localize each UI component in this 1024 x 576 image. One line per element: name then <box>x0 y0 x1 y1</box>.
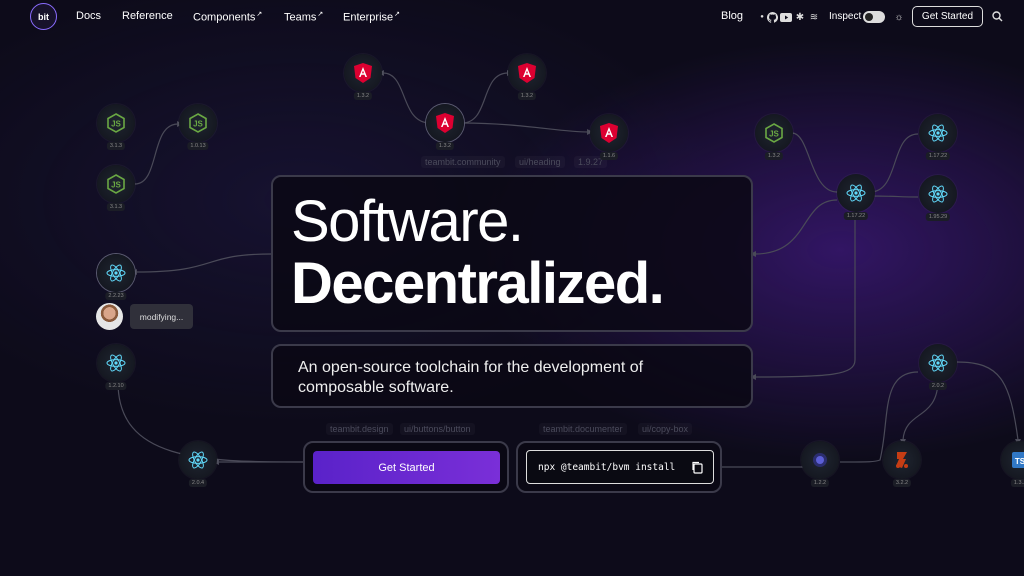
hero-title-line2: Decentralized. <box>291 251 665 316</box>
react-icon <box>928 124 948 142</box>
angular-component-node[interactable]: 1.1.6 <box>590 114 628 160</box>
react-component-node[interactable]: 2.0.4 <box>179 441 217 487</box>
nodejs-component-node[interactable]: JS 3.1.3 <box>97 165 135 211</box>
version-badge: 1.2.2 <box>810 479 830 487</box>
react-icon <box>106 354 126 372</box>
jest-icon <box>896 452 908 468</box>
nodejs-component-node[interactable]: JS 1.3.2 <box>755 114 793 160</box>
nodejs-component-node[interactable]: JS 3.1.3 <box>97 104 135 150</box>
path-label: ui/copy-box <box>638 423 692 435</box>
version-badge: 1.3.2 <box>353 92 373 100</box>
version-badge: 1.3... <box>1010 479 1024 487</box>
copy-icon[interactable] <box>691 461 703 477</box>
angular-component-node[interactable]: 1.3.2 <box>344 54 382 100</box>
command-card: npx @teambit/bvm install <box>516 441 722 493</box>
component-node[interactable]: 1.2.2 <box>801 441 839 487</box>
version-badge: 2.2.23 <box>105 292 127 300</box>
angular-icon <box>518 63 536 83</box>
nodejs-icon: JS <box>765 123 783 143</box>
presence-status-chip: modifying... <box>130 304 193 329</box>
user-avatar <box>96 303 123 330</box>
version-badge: 1.0.13 <box>187 142 209 150</box>
react-component-node[interactable]: 2.0.2 <box>919 344 957 390</box>
nodejs-icon: JS <box>189 113 207 133</box>
nodejs-component-node[interactable]: JS 1.0.13 <box>179 104 217 150</box>
scope-label: teambit.design <box>326 423 393 435</box>
version-badge: 1.2.10 <box>105 382 127 390</box>
svg-text:JS: JS <box>111 120 121 129</box>
version-badge: 1.1.6 <box>599 152 619 160</box>
version-badge: 1.3.2 <box>764 152 784 160</box>
angular-component-node[interactable]: 1.3.2 <box>426 104 464 150</box>
react-component-node[interactable]: 1.95.29 <box>919 175 957 221</box>
version-badge: 2.0.2 <box>928 382 948 390</box>
svg-text:JS: JS <box>769 130 779 139</box>
version-badge: 1.3.2 <box>435 142 455 150</box>
angular-component-node[interactable]: 1.3.2 <box>508 54 546 100</box>
hero-subtitle: An open-source toolchain for the develop… <box>298 359 644 396</box>
react-component-node[interactable]: 1.17.22 <box>837 174 875 220</box>
circle-icon <box>813 453 827 467</box>
scope-label: teambit.documenter <box>539 423 627 435</box>
angular-icon <box>354 63 372 83</box>
hero-title-card: Software. Decentralized. <box>271 175 753 332</box>
react-icon <box>106 264 126 282</box>
angular-icon <box>600 123 618 143</box>
version-badge: 1.17.22 <box>843 212 869 220</box>
react-icon <box>928 354 948 372</box>
cta-card: Get Started <box>303 441 509 493</box>
path-label: ui/heading <box>515 156 565 168</box>
version-badge: 3.1.3 <box>106 203 126 211</box>
install-command-box[interactable]: npx @teambit/bvm install <box>526 450 714 484</box>
react-icon <box>928 185 948 203</box>
svg-text:TS: TS <box>1015 457 1024 466</box>
svg-text:JS: JS <box>193 120 203 129</box>
version-badge: 1.3.2 <box>517 92 537 100</box>
jest-component-node[interactable]: 3.2.2 <box>883 441 921 487</box>
react-component-node[interactable]: 1.17.22 <box>919 114 957 160</box>
hero-subtitle-card: An open-source toolchain for the develop… <box>271 344 753 408</box>
version-badge: 1.95.29 <box>925 213 951 221</box>
version-badge: 3.1.3 <box>106 142 126 150</box>
angular-icon <box>436 113 454 133</box>
version-badge: 3.2.2 <box>892 479 912 487</box>
nodejs-icon: JS <box>107 174 125 194</box>
react-component-node[interactable]: 1.2.10 <box>97 344 135 390</box>
typescript-icon: TS <box>1012 452 1024 468</box>
react-icon <box>188 451 208 469</box>
path-label: ui/buttons/button <box>400 423 475 435</box>
hero-get-started-button[interactable]: Get Started <box>313 451 500 484</box>
install-command: npx @teambit/bvm install <box>538 461 676 473</box>
version-badge: 2.0.4 <box>188 479 208 487</box>
nodejs-icon: JS <box>107 113 125 133</box>
react-component-node[interactable]: 2.2.23 <box>97 254 135 300</box>
svg-text:JS: JS <box>111 181 121 190</box>
react-icon <box>846 184 866 202</box>
version-badge: 1.17.22 <box>925 152 951 160</box>
scope-label: teambit.community <box>421 156 505 168</box>
hero-title-line1: Software. <box>291 189 524 254</box>
